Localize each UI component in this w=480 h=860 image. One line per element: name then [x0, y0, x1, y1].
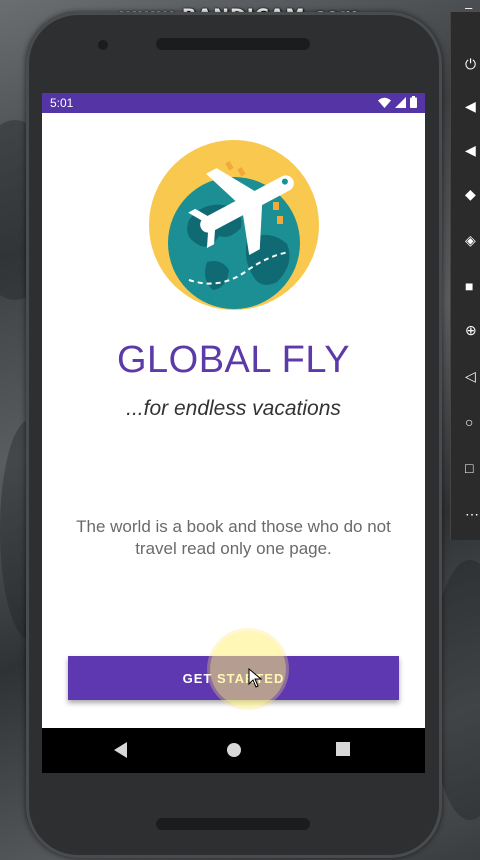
home-icon[interactable]: ○ — [465, 414, 480, 430]
top-speaker — [156, 38, 310, 50]
app-title: GLOBAL FLY — [116, 339, 351, 381]
battery-icon — [410, 96, 417, 108]
status-bar: 5:01 — [42, 93, 425, 113]
signal-icon — [395, 96, 406, 108]
volume-down-icon[interactable]: ◀ — [465, 142, 480, 158]
more-icon[interactable]: ⋯ — [465, 506, 480, 522]
back-icon[interactable] — [114, 742, 128, 758]
recents-icon[interactable] — [336, 742, 350, 756]
bottom-speaker — [156, 818, 310, 830]
travel-quote: The world is a book and those who do not… — [76, 517, 391, 558]
front-camera — [98, 40, 108, 50]
wifi-icon — [378, 97, 391, 108]
back-icon[interactable]: ◁ — [465, 368, 480, 384]
status-time: 5:01 — [50, 96, 74, 110]
globe-plane-logo — [149, 140, 319, 310]
rotate-left-icon[interactable]: ◆ — [465, 186, 480, 202]
splash-screen: GLOBAL FLY ...for endless vacations The … — [42, 113, 425, 728]
camera-icon[interactable]: ■ — [465, 278, 480, 294]
app-tagline: ...for endless vacations — [126, 397, 341, 420]
rotate-right-icon[interactable]: ◈ — [465, 232, 480, 248]
overview-icon[interactable]: □ — [465, 460, 480, 476]
volume-up-icon[interactable]: ◀ — [465, 98, 480, 114]
zoom-icon[interactable]: ⊕ — [465, 322, 480, 338]
power-icon[interactable]: ⏻ — [465, 56, 480, 72]
navigation-bar — [42, 728, 425, 773]
emulator-toolbar: ⏻ ◀ ◀ ◆ ◈ ■ ⊕ ◁ ○ □ ⋯ — [450, 12, 480, 540]
mouse-cursor-icon — [248, 668, 262, 688]
device-screen: 5:01 GLOBAL FLY ...for endless vacations… — [42, 93, 425, 773]
home-icon[interactable] — [226, 742, 242, 758]
status-icons — [378, 96, 417, 108]
